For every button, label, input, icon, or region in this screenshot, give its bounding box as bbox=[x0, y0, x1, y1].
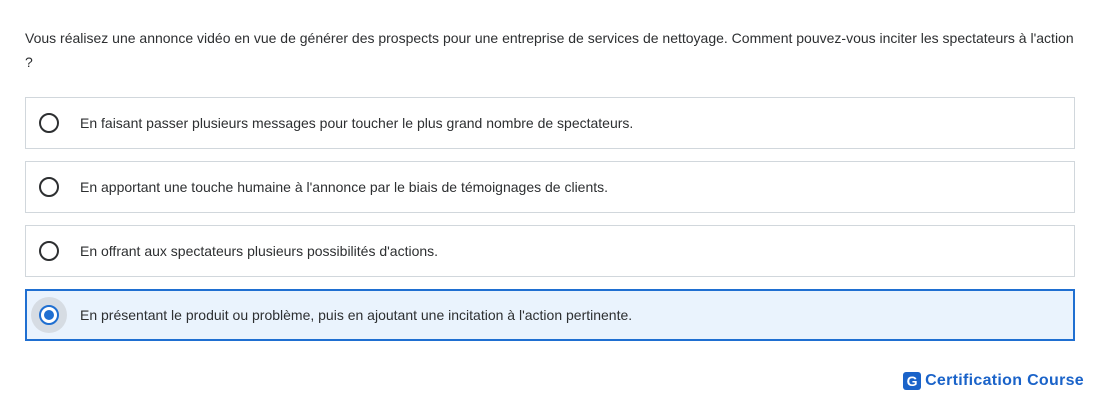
radio-unchecked-icon bbox=[39, 241, 59, 261]
brand-name: Certification Course bbox=[925, 372, 1084, 389]
answer-option-label: En présentant le produit ou problème, pu… bbox=[80, 307, 633, 323]
answer-option-label: En apportant une touche humaine à l'anno… bbox=[80, 179, 609, 195]
answer-options: En faisant passer plusieurs messages pou… bbox=[25, 97, 1075, 353]
brand-watermark: G Certification Course bbox=[903, 372, 1084, 390]
radio-checked-icon bbox=[39, 305, 59, 325]
answer-option-2[interactable]: En apportant une touche humaine à l'anno… bbox=[25, 161, 1075, 213]
answer-option-label: En offrant aux spectateurs plusieurs pos… bbox=[80, 243, 439, 259]
question-text: Vous réalisez une annonce vidéo en vue d… bbox=[25, 30, 1074, 70]
answer-option-4[interactable]: En présentant le produit ou problème, pu… bbox=[25, 289, 1075, 341]
radio-button-3[interactable] bbox=[31, 233, 67, 269]
answer-option-1[interactable]: En faisant passer plusieurs messages pou… bbox=[25, 97, 1075, 149]
answer-option-label: En faisant passer plusieurs messages pou… bbox=[80, 115, 634, 131]
answer-option-3[interactable]: En offrant aux spectateurs plusieurs pos… bbox=[25, 225, 1075, 277]
radio-unchecked-icon bbox=[39, 113, 59, 133]
g-logo-icon: G bbox=[903, 372, 922, 390]
radio-button-4[interactable] bbox=[31, 297, 67, 333]
radio-unchecked-icon bbox=[39, 177, 59, 197]
radio-button-1[interactable] bbox=[31, 105, 67, 141]
radio-button-2[interactable] bbox=[31, 169, 67, 205]
